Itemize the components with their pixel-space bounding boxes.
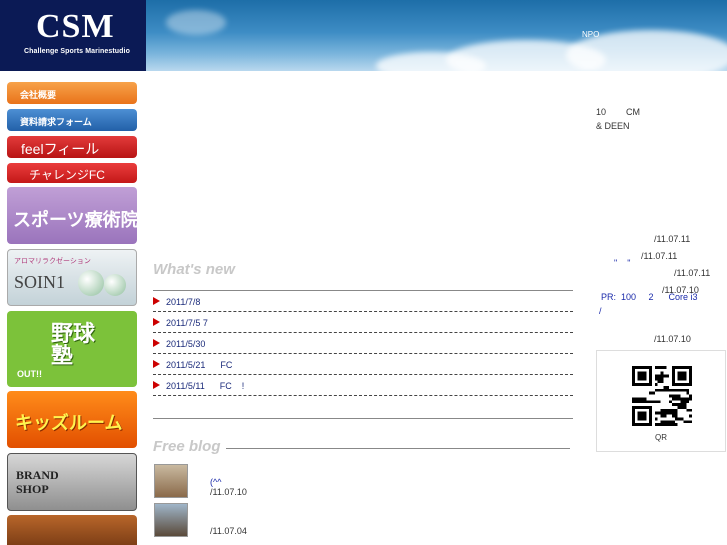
nav-label: 資料請求フォーム — [20, 117, 92, 127]
blog-thumbnail[interactable] — [154, 464, 188, 498]
nav-label: 会社概要 — [20, 90, 57, 100]
news-text: 2011/7/8 — [166, 297, 201, 307]
aroma-ball-image — [104, 274, 126, 296]
right-list-link[interactable]: " " — [614, 258, 630, 268]
qr-label: QR — [655, 433, 667, 442]
news-item[interactable]: 2011/5/21 FC — [153, 354, 573, 375]
nav-label: チャレンジFC — [29, 168, 105, 182]
blog-entry: (^^ /11.07.10 — [205, 467, 247, 497]
news-text: 2011/7/5 7 — [166, 318, 208, 328]
npo-label: NPO — [582, 30, 600, 39]
news-item[interactable]: 2011/7/5 7 — [153, 312, 573, 333]
nav-label: 野球塾 — [51, 321, 96, 368]
right-list-date: /11.07.11 — [641, 251, 678, 261]
nav-sublabel: OUT!! — [17, 369, 42, 379]
news-item[interactable]: 2011/5/30 — [153, 333, 573, 354]
header-banner: NPO — [146, 0, 727, 71]
nav-label: SOIN1 — [14, 272, 66, 292]
news-item[interactable]: 2011/5/11 FC ! — [153, 375, 573, 396]
intro-text: 10 CM — [596, 107, 641, 117]
nav-kids-room[interactable]: キッズルーム — [7, 391, 137, 448]
divider — [153, 418, 573, 419]
news-item[interactable]: 2011/7/8 — [153, 291, 573, 312]
logo-text: CSM — [36, 8, 115, 45]
aroma-ball-image — [78, 270, 104, 296]
news-text: 2011/5/21 FC — [166, 360, 233, 370]
nav-brand-shop[interactable]: BRAND SHOP — [7, 453, 137, 511]
arrow-right-icon — [153, 297, 160, 305]
nav-label: feelフィール — [21, 141, 100, 157]
right-list-date: /11.07.11 — [674, 268, 711, 278]
nav-sublabel: アロマリラクゼーション — [14, 258, 91, 265]
intro-text: & DEEN — [596, 121, 630, 131]
right-list-item[interactable]: /11.07.10 — [596, 314, 691, 344]
arrow-right-icon — [153, 360, 160, 368]
qr-code-box: QR — [596, 350, 726, 452]
right-list-link[interactable]: PR: 100 2 Core i3 — [601, 292, 698, 302]
blog-thumbnail[interactable] — [154, 503, 188, 537]
nav-challenge-fc[interactable]: チャレンジFC — [7, 163, 137, 183]
blog-entry-date: /11.07.10 — [210, 487, 247, 497]
right-list-item[interactable]: PR: 100 2 Core i3 — [596, 282, 698, 312]
nav-sports-clinic[interactable]: スポーツ療術院 — [7, 187, 137, 244]
blog-entry-date: /11.07.04 — [210, 526, 247, 536]
logo-subtitle: Challenge Sports Marinestudio — [24, 48, 130, 55]
blog-entry-link[interactable]: (^^ — [210, 477, 221, 487]
header: CSM Challenge Sports Marinestudio NPO — [0, 0, 727, 71]
whats-new-title: What's new — [153, 261, 235, 278]
right-list-date: /11.07.11 — [654, 234, 691, 244]
nav-soin1[interactable]: アロマリラクゼーション SOIN1 — [7, 249, 137, 306]
arrow-right-icon — [153, 339, 160, 347]
site-logo[interactable]: CSM Challenge Sports Marinestudio — [0, 0, 146, 71]
divider — [226, 448, 570, 449]
nav-label: BRAND SHOP — [16, 468, 59, 496]
nav-label: スポーツ療術院 — [13, 210, 137, 230]
nav-document-request[interactable]: 資料請求フォーム — [7, 109, 137, 131]
nav-feel[interactable]: feelフィール — [7, 136, 137, 158]
right-list-date: /11.07.10 — [654, 334, 691, 344]
news-text: 2011/5/30 — [166, 339, 206, 349]
nav-banner-partial[interactable] — [7, 515, 137, 545]
free-blog-title: Free blog — [153, 438, 221, 455]
arrow-right-icon — [153, 318, 160, 326]
arrow-right-icon — [153, 381, 160, 389]
blog-entry: /11.07.04 — [205, 506, 247, 536]
nav-label: キッズルーム — [15, 413, 123, 433]
news-text: 2011/5/11 FC ! — [166, 381, 245, 391]
nav-baseball-school[interactable]: 野球塾 OUT!! — [7, 311, 137, 387]
qr-code — [632, 366, 692, 426]
nav-company-profile[interactable]: 会社概要 — [7, 82, 137, 104]
